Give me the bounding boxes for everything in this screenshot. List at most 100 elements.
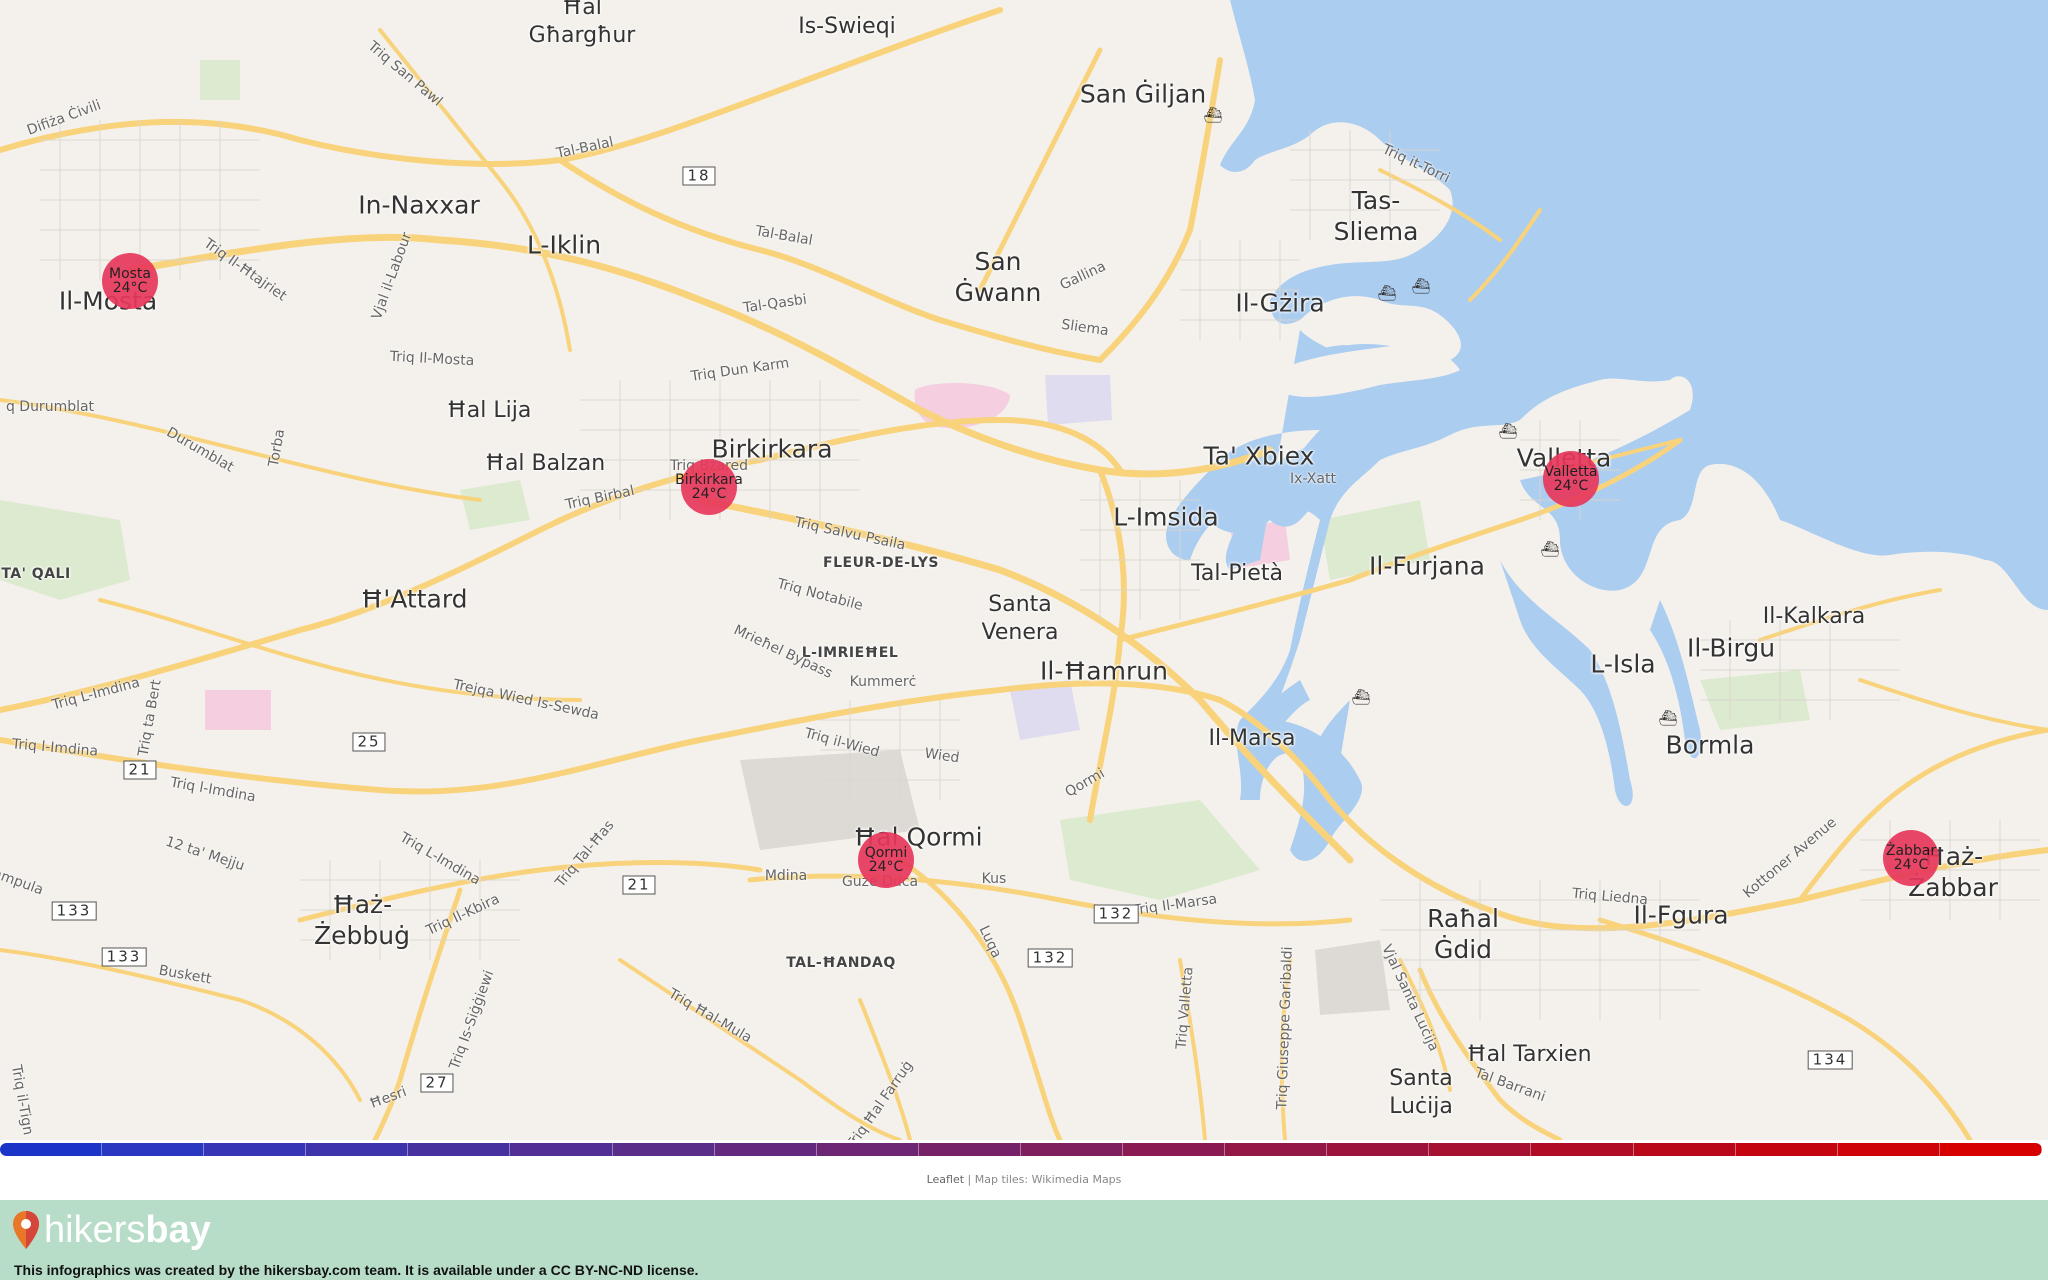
place-label: Is-Swieqi [798, 14, 896, 39]
color-scale-segment [1225, 1143, 1328, 1156]
place-label: TA' QALI [1, 566, 71, 582]
street-label: Ix-Xatt [1290, 471, 1336, 487]
place-label: FLEUR-DE-LYS [823, 555, 939, 571]
street-label: Kummerċ [849, 674, 917, 690]
attribution-separator: | [964, 1173, 975, 1186]
color-scale-segment [714, 1143, 817, 1156]
color-scale-segment [1429, 1143, 1532, 1156]
temperature-color-scale [0, 1143, 2042, 1156]
weather-marker-birkirkara[interactable]: Birkirkara 24°C [675, 459, 743, 515]
place-label: San Ġiljan [1079, 79, 1207, 109]
route-shield: 132 [1093, 904, 1139, 924]
place-label: L-Imsida [1113, 502, 1219, 532]
color-scale-segment [408, 1143, 511, 1156]
route-shield: 134 [1807, 1050, 1853, 1070]
map-tiles [0, 0, 2048, 1140]
ferry-icon: ⛴ [1658, 709, 1678, 727]
weather-marker-mosta[interactable]: Mosta 24°C [102, 253, 158, 309]
marker-temperature: 24°C [1553, 478, 1589, 494]
place-label: Il-Gżira [1235, 288, 1325, 318]
ferry-icon: ⛴ [1203, 106, 1223, 124]
color-scale-segment [0, 1143, 103, 1156]
ferry-icon: ⛴ [1540, 540, 1560, 558]
place-label: L-Iklin [526, 230, 602, 260]
weather-marker-qormi[interactable]: Qormi 24°C [858, 832, 914, 888]
place-label: San Ġwann [954, 247, 1042, 307]
color-scale-segment [1735, 1143, 1838, 1156]
route-shield: 133 [51, 901, 97, 921]
place-label: Tas- Sliema [1333, 186, 1419, 246]
place-label: Il-Kalkara [1762, 604, 1866, 629]
place-label: Raħal Ġdid [1427, 904, 1499, 964]
marker-city-name: Birkirkara [675, 472, 743, 488]
marker-city-name: Valletta [1544, 464, 1598, 480]
color-scale-segment [1939, 1143, 2042, 1156]
location-pin-icon [13, 1211, 39, 1249]
route-shield: 27 [420, 1073, 454, 1093]
color-scale-segment [510, 1143, 613, 1156]
footer-banner: hikers bay This infographics was created … [0, 1200, 2048, 1280]
marker-city-name: Qormi [864, 845, 908, 861]
place-label: Il-Birgu [1686, 633, 1776, 663]
marker-temperature: 24°C [691, 486, 727, 502]
ferry-icon: ⛴ [1411, 277, 1431, 295]
place-label: Ħal Lija [446, 398, 532, 423]
weather-marker-zabbar[interactable]: Żabbar 24°C [1883, 830, 1939, 886]
map-area[interactable]: Ħal Għargħur Is-Swieqi San Ġiljan In-Naxx… [0, 0, 2048, 1140]
tiles-credit: Map tiles: Wikimedia Maps [974, 1173, 1122, 1186]
color-scale-segment [1837, 1143, 1940, 1156]
leaflet-link[interactable]: Leaflet [927, 1173, 964, 1186]
route-shield: 25 [352, 732, 386, 752]
place-label: Il-Furjana [1369, 551, 1485, 581]
color-scale-segment [102, 1143, 205, 1156]
route-shield: 133 [101, 947, 147, 967]
route-shield: 21 [622, 875, 656, 895]
color-scale-segment [1020, 1143, 1124, 1156]
marker-temperature: 24°C [868, 859, 904, 875]
place-label: Ħal Għargħur [528, 0, 636, 48]
street-label: Kus [981, 871, 1007, 887]
route-shield: 132 [1027, 948, 1073, 968]
color-scale-segment [1123, 1143, 1226, 1156]
license-text: This infographics was created by the hik… [14, 1262, 699, 1278]
place-label: Il-Ħamrun [1040, 656, 1168, 686]
marker-temperature: 24°C [112, 280, 148, 296]
route-shield: 18 [682, 166, 716, 186]
color-scale-segment [1531, 1143, 1634, 1156]
map-attribution: Leaflet | Map tiles: Wikimedia Maps [0, 1173, 2048, 1186]
ferry-icon: ⛴ [1498, 422, 1518, 440]
street-label: Mdina [764, 868, 808, 884]
marker-city-name: Żabbar [1885, 843, 1937, 859]
color-scale-segment [612, 1143, 715, 1156]
place-label: Ħ'Attard [360, 584, 468, 614]
color-scale-segment [1633, 1143, 1736, 1156]
street-label: q Durumblat [5, 399, 95, 415]
place-label: Ta' Xbiex [1203, 441, 1315, 471]
place-label: Santa Luċija [1389, 1066, 1453, 1119]
place-label: Ħal Balzan [484, 451, 606, 476]
color-scale-segment [1327, 1143, 1430, 1156]
place-label: Tal-Pietà [1191, 561, 1283, 586]
place-label: Santa Venera [981, 592, 1059, 645]
color-scale-segment [306, 1143, 409, 1156]
color-scale-segment [816, 1143, 919, 1156]
place-label: Bormla [1665, 730, 1755, 760]
weather-marker-valletta[interactable]: Valletta 24°C [1543, 451, 1599, 507]
logo-text-hikers: hikers [44, 1208, 146, 1251]
ferry-icon: ⛴ [1351, 688, 1371, 706]
color-scale-segment [204, 1143, 307, 1156]
marker-city-name: Mosta [108, 266, 151, 282]
route-shield: 21 [123, 760, 157, 780]
logo-text-bay: bay [145, 1208, 211, 1251]
marker-temperature: 24°C [1893, 857, 1929, 873]
place-label: In-Naxxar [358, 190, 480, 220]
place-label: Il-Fgura [1633, 900, 1729, 930]
place-label: Ħal Tarxien [1466, 1042, 1592, 1067]
place-label: L-Isla [1590, 649, 1656, 679]
hikersbay-logo[interactable]: hikers bay [12, 1208, 211, 1252]
color-scale-segment [918, 1143, 1021, 1156]
place-label: Il-Marsa [1208, 726, 1296, 751]
place-label: TAL-ĦANDAQ [786, 955, 896, 971]
place-label: Ħaż- Żebbuġ [314, 890, 410, 950]
ferry-icon: ⛴ [1377, 284, 1397, 302]
